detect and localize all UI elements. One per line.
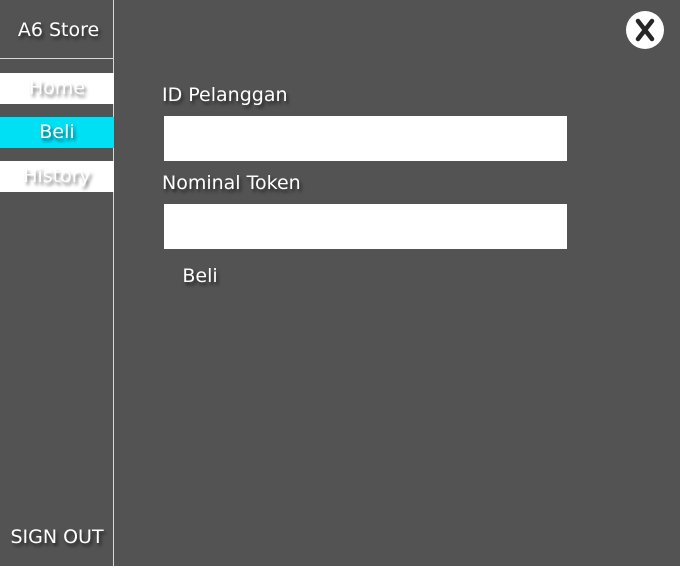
beli-submit-button[interactable]: Beli [170,262,230,290]
id-pelanggan-input[interactable] [164,116,567,161]
sidebar-item-beli[interactable]: Beli [0,117,114,148]
id-pelanggan-label: ID Pelanggan [162,84,288,106]
sidebar-item-label: Beli [39,121,75,143]
close-icon [635,18,655,42]
nominal-token-input[interactable] [164,204,567,249]
sidebar: A6 Store Home Beli History SIGN OUT [0,0,114,566]
sidebar-item-history[interactable]: History [0,161,114,192]
brand-title: A6 Store [17,19,100,41]
sidebar-divider [0,58,114,59]
sign-out-button[interactable]: SIGN OUT [0,524,114,550]
sidebar-item-label: History [23,165,91,187]
nominal-token-label: Nominal Token [162,172,301,194]
sidebar-item-label: Home [28,77,86,99]
sidebar-item-home[interactable]: Home [0,73,114,104]
close-button[interactable] [626,11,664,49]
